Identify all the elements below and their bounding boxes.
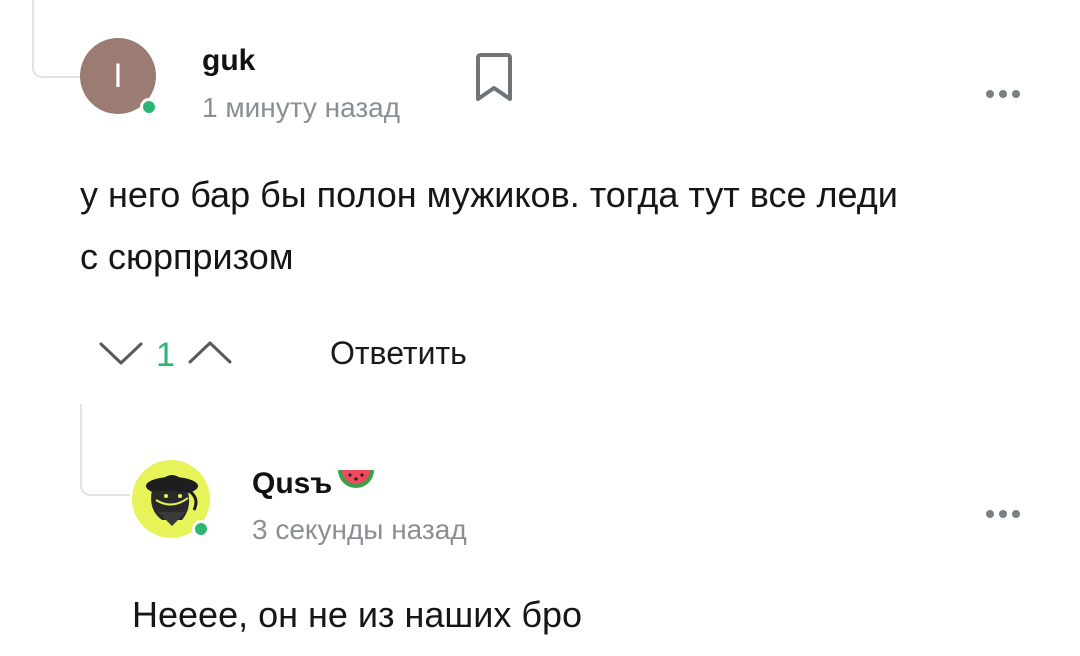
online-indicator	[192, 520, 210, 538]
watermelon-icon	[336, 466, 376, 502]
upvote-icon[interactable]	[187, 338, 233, 373]
bookmark-icon[interactable]	[472, 52, 516, 104]
avatar-letter: I	[113, 56, 123, 95]
more-icon[interactable]	[986, 90, 1020, 98]
comment-timestamp: 1 минуту назад	[202, 92, 401, 123]
online-indicator	[140, 98, 158, 116]
comment-text-line: у него бар бы полон мужиков. тогда тут в…	[80, 174, 898, 215]
comment-timestamp: 3 секунды назад	[252, 514, 467, 545]
author-name: Qusъ	[252, 467, 333, 500]
comment-text: у него бар бы полон мужиков. тогда тут в…	[80, 164, 1040, 288]
vote-score: 1	[156, 336, 175, 374]
comment-text-line: с сюрпризом	[80, 236, 294, 277]
comment-text: Нееее, он не из наших бро	[132, 594, 583, 635]
vote-controls: 1	[98, 336, 233, 375]
thread-line-reply	[80, 404, 130, 496]
thread-line-top	[32, 0, 82, 78]
downvote-icon[interactable]	[98, 338, 144, 373]
comment-author[interactable]: guk	[202, 44, 255, 78]
more-icon[interactable]	[986, 510, 1020, 518]
reply-button[interactable]: Ответить	[330, 335, 467, 372]
comment-author[interactable]: Qusъ	[252, 466, 376, 502]
